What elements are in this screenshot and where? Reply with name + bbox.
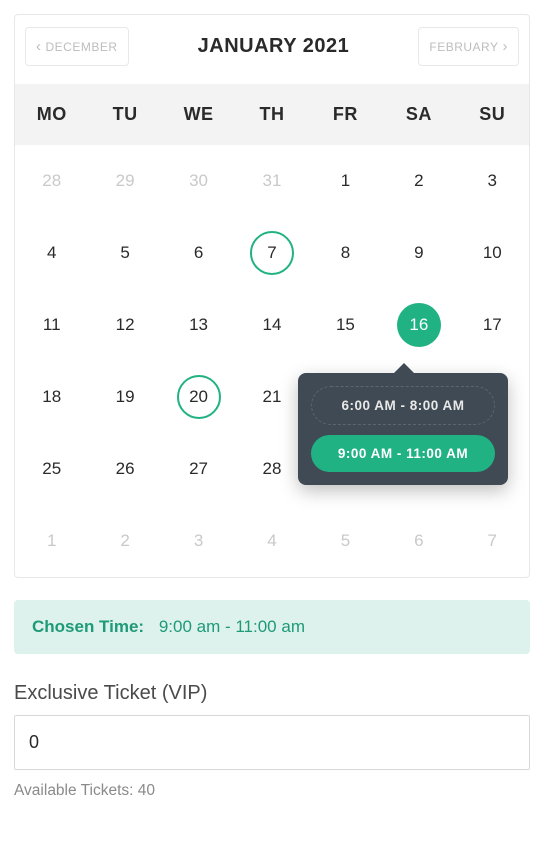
day[interactable]: 4 — [30, 231, 74, 275]
ticket-type-label: Exclusive Ticket (VIP) — [14, 682, 530, 705]
next-month-button[interactable]: FEBRUARY › — [418, 27, 519, 66]
day-cell: 26 — [88, 433, 161, 505]
day-selected[interactable]: 16 — [397, 303, 441, 347]
day-cell: 27 — [162, 433, 235, 505]
day[interactable]: 31 — [250, 159, 294, 203]
day[interactable]: 1 — [323, 159, 367, 203]
weekday-label: FR — [309, 84, 382, 145]
weekday-label: TH — [235, 84, 308, 145]
day-cell: 11 — [15, 289, 88, 361]
weekday-row: MOTUWETHFRSASU — [15, 84, 529, 145]
day[interactable]: 6 — [397, 519, 441, 563]
day[interactable]: 2 — [397, 159, 441, 203]
day-cell: 10 — [456, 217, 529, 289]
day[interactable]: 10 — [470, 231, 514, 275]
chosen-time-bar: Chosen Time: 9:00 am - 11:00 am — [14, 600, 530, 654]
prev-month-label: DECEMBER — [46, 40, 118, 54]
weekday-label: MO — [15, 84, 88, 145]
day[interactable]: 7 — [250, 231, 294, 275]
day-cell: 4 — [235, 505, 308, 577]
day-cell: 29 — [88, 145, 161, 217]
day-cell: 2 — [88, 505, 161, 577]
day-cell: 5 — [309, 505, 382, 577]
day-cell: 6 — [162, 217, 235, 289]
day[interactable]: 12 — [103, 303, 147, 347]
day-cell: 14 — [235, 289, 308, 361]
chosen-time-label: Chosen Time: — [32, 617, 144, 636]
day-cell: 15 — [309, 289, 382, 361]
day[interactable]: 13 — [177, 303, 221, 347]
day[interactable]: 5 — [323, 519, 367, 563]
day[interactable]: 2 — [103, 519, 147, 563]
day-cell: 7 — [456, 505, 529, 577]
day[interactable]: 30 — [177, 159, 221, 203]
day-cell: 17 — [456, 289, 529, 361]
weekday-label: TU — [88, 84, 161, 145]
day[interactable]: 3 — [470, 159, 514, 203]
day-cell: 1 — [309, 145, 382, 217]
calendar-header: ‹ DECEMBER JANUARY 2021 FEBRUARY › — [15, 15, 529, 84]
day-cell: 5 — [88, 217, 161, 289]
day-cell: 31 — [235, 145, 308, 217]
weekday-label: WE — [162, 84, 235, 145]
time-slot-option[interactable]: 6:00 AM - 8:00 AM — [311, 386, 495, 425]
day[interactable]: 21 — [250, 375, 294, 419]
day[interactable]: 27 — [177, 447, 221, 491]
day[interactable]: 11 — [30, 303, 74, 347]
day-cell: 6 — [382, 505, 455, 577]
chosen-time-value: 9:00 am - 11:00 am — [159, 617, 305, 636]
day-cell: 13 — [162, 289, 235, 361]
prev-month-button[interactable]: ‹ DECEMBER — [25, 27, 129, 66]
day-cell: 16 — [382, 289, 455, 361]
day-cell: 12 — [88, 289, 161, 361]
day[interactable]: 18 — [30, 375, 74, 419]
day-cell: 8 — [309, 217, 382, 289]
next-month-label: FEBRUARY — [429, 40, 498, 54]
day-cell: 25 — [15, 433, 88, 505]
day[interactable]: 20 — [177, 375, 221, 419]
day[interactable]: 1 — [30, 519, 74, 563]
day[interactable]: 28 — [30, 159, 74, 203]
chevron-right-icon: › — [503, 39, 509, 54]
days-grid: 2829303112345678910111213141516171819202… — [15, 145, 529, 577]
day[interactable]: 14 — [250, 303, 294, 347]
day-cell: 19 — [88, 361, 161, 433]
day[interactable]: 25 — [30, 447, 74, 491]
weekday-label: SA — [382, 84, 455, 145]
day[interactable]: 28 — [250, 447, 294, 491]
day-cell: 30 — [162, 145, 235, 217]
day-cell: 18 — [15, 361, 88, 433]
day-cell: 3 — [456, 145, 529, 217]
day[interactable]: 8 — [323, 231, 367, 275]
day[interactable]: 15 — [323, 303, 367, 347]
chevron-left-icon: ‹ — [36, 39, 42, 54]
day-cell: 3 — [162, 505, 235, 577]
calendar: ‹ DECEMBER JANUARY 2021 FEBRUARY › MOTUW… — [14, 14, 530, 578]
day[interactable]: 19 — [103, 375, 147, 419]
day-cell: 4 — [15, 217, 88, 289]
day[interactable]: 17 — [470, 303, 514, 347]
calendar-title: JANUARY 2021 — [198, 35, 350, 58]
day-cell: 20 — [162, 361, 235, 433]
time-slot-option-selected[interactable]: 9:00 AM - 11:00 AM — [311, 435, 495, 472]
day[interactable]: 7 — [470, 519, 514, 563]
ticket-quantity-input[interactable] — [14, 715, 530, 770]
time-slot-popover: 6:00 AM - 8:00 AM 9:00 AM - 11:00 AM — [298, 373, 508, 485]
day[interactable]: 3 — [177, 519, 221, 563]
weekday-label: SU — [456, 84, 529, 145]
day[interactable]: 4 — [250, 519, 294, 563]
day[interactable]: 29 — [103, 159, 147, 203]
day-cell: 1 — [15, 505, 88, 577]
day-cell: 9 — [382, 217, 455, 289]
day[interactable]: 5 — [103, 231, 147, 275]
day[interactable]: 6 — [177, 231, 221, 275]
day-cell: 2 — [382, 145, 455, 217]
day[interactable]: 26 — [103, 447, 147, 491]
available-tickets-label: Available Tickets: 40 — [14, 782, 530, 800]
day-cell: 7 — [235, 217, 308, 289]
day[interactable]: 9 — [397, 231, 441, 275]
day-cell: 28 — [15, 145, 88, 217]
